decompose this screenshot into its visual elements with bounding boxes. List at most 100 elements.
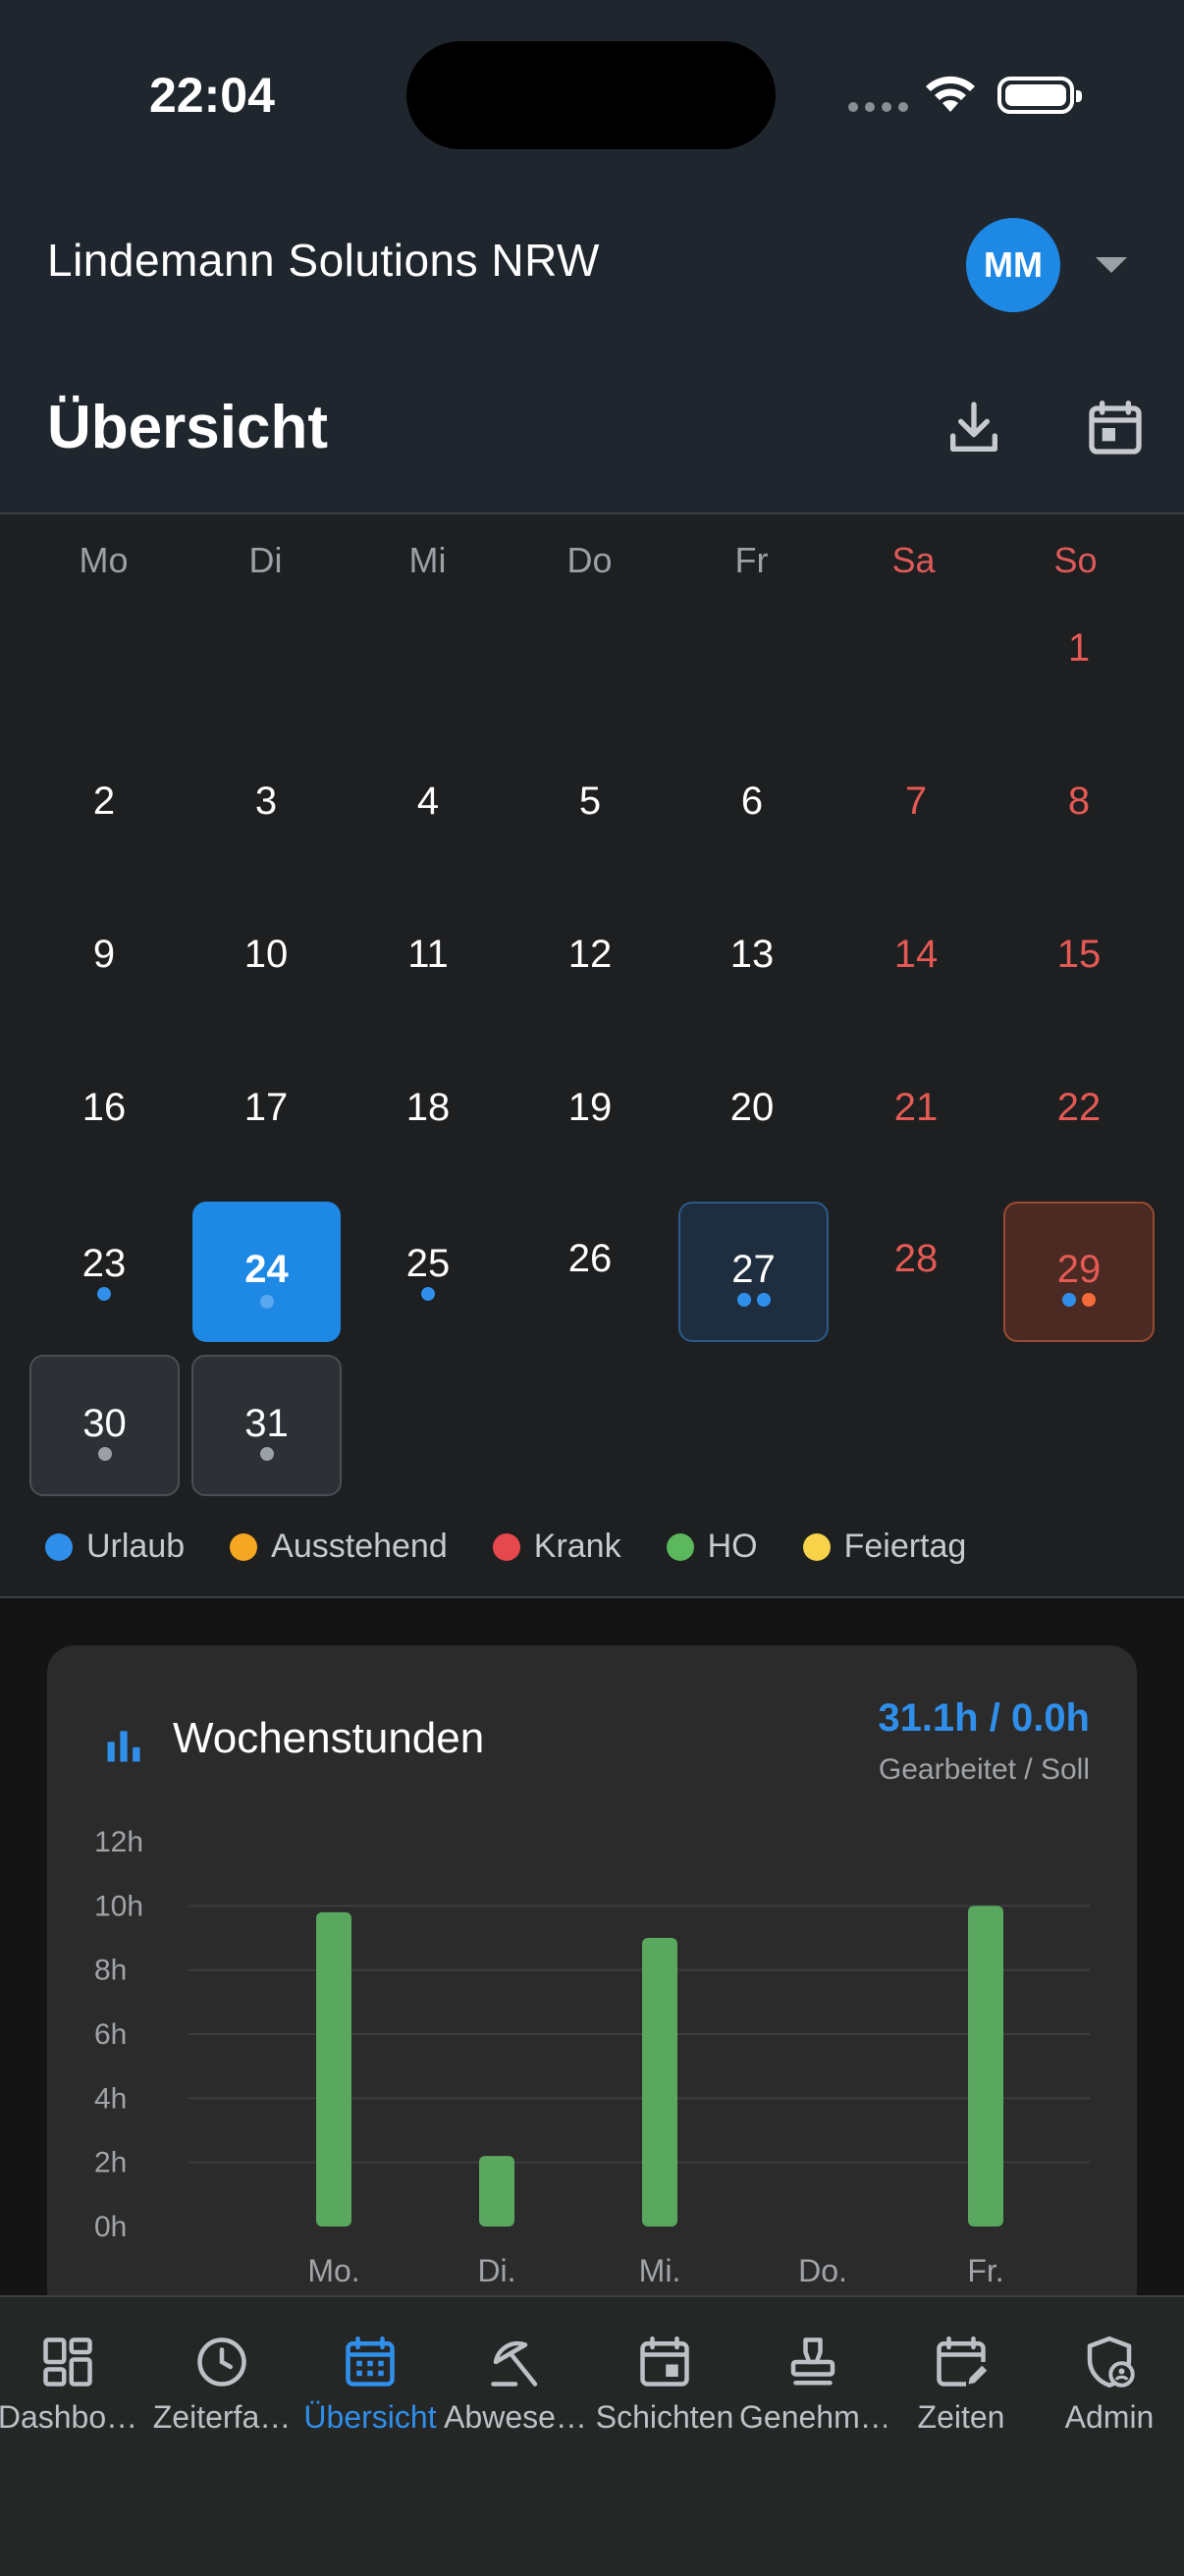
- nav-schichten[interactable]: Schichten: [591, 2333, 738, 2436]
- avatar[interactable]: MM: [966, 218, 1060, 312]
- calendar-day-27[interactable]: 27: [678, 1202, 829, 1342]
- calendar-day-13[interactable]: 13: [678, 887, 826, 1025]
- calendar-legend: Urlaub Ausstehend Krank HO Feiertag: [45, 1528, 1011, 1566]
- calendar-day-14[interactable]: 14: [842, 887, 990, 1025]
- clock-icon: [197, 2337, 246, 2387]
- nav-admin[interactable]: Admin: [1036, 2333, 1183, 2436]
- download-icon[interactable]: [942, 397, 1005, 459]
- legend-ho: HO: [666, 1528, 758, 1566]
- beach-umbrella-icon: [491, 2340, 538, 2387]
- admin-shield-icon: [1087, 2336, 1135, 2388]
- x-tick-label: Fr.: [967, 2253, 1003, 2288]
- nav-genehmigungen[interactable]: Genehm…: [739, 2333, 887, 2436]
- card-title: Wochenstunden: [173, 1714, 485, 1762]
- battery-icon: [997, 77, 1082, 114]
- x-tick-label: Do.: [798, 2253, 847, 2288]
- calendar-day-3[interactable]: 3: [192, 734, 340, 872]
- calendar-day-20[interactable]: 20: [678, 1041, 826, 1178]
- x-tick-label: Di.: [477, 2253, 515, 2288]
- page-title: Übersicht: [47, 394, 328, 461]
- weekday-sa: Sa: [891, 540, 936, 580]
- hours-subtitle: Gearbeitet / Soll: [878, 1753, 1090, 1786]
- weekday-mo: Mo: [79, 540, 129, 580]
- calendar-day-19[interactable]: 19: [516, 1041, 664, 1178]
- legend-urlaub: Urlaub: [45, 1528, 185, 1566]
- y-tick-label: 10h: [94, 1890, 143, 1922]
- calendar-day-26[interactable]: 26: [516, 1192, 664, 1329]
- y-tick-label: 8h: [94, 1955, 127, 1987]
- calendar-day-17[interactable]: 17: [192, 1041, 340, 1178]
- calendar-day-31[interactable]: 31: [191, 1355, 342, 1496]
- weekday-do: Do: [566, 540, 613, 580]
- y-tick-label: 4h: [94, 2082, 127, 2115]
- event-dots: [192, 1295, 341, 1309]
- bar-mi[interactable]: [642, 1938, 677, 2227]
- x-tick-label: Mi.: [639, 2253, 681, 2288]
- weekday-so: So: [1053, 540, 1098, 580]
- nav-zeiterfassung[interactable]: Zeiterfa…: [148, 2333, 296, 2436]
- app-header: 22:04 Lindemann Solutions NRW MM Übersic…: [0, 0, 1184, 514]
- status-time: 22:04: [149, 68, 275, 123]
- event-dots: [1005, 1293, 1153, 1307]
- calendar-day-12[interactable]: 12: [516, 887, 664, 1025]
- calendar-day-24-today[interactable]: 24: [192, 1202, 341, 1342]
- calendar-day-18[interactable]: 18: [354, 1041, 502, 1178]
- nav-zeiten[interactable]: Zeiten: [888, 2333, 1035, 2436]
- calendar-day-15[interactable]: 15: [1005, 887, 1153, 1025]
- calendar-day-16[interactable]: 16: [30, 1041, 178, 1178]
- calendar-edit-icon: [937, 2336, 988, 2387]
- calendar-day-5[interactable]: 5: [516, 734, 664, 872]
- calendar-day-23[interactable]: 23: [30, 1197, 178, 1334]
- calendar-day-22[interactable]: 22: [1005, 1041, 1153, 1178]
- calendar-day-11[interactable]: 11: [354, 887, 502, 1025]
- company-name[interactable]: Lindemann Solutions NRW: [47, 234, 600, 287]
- cellular-icon: [848, 102, 908, 112]
- calendar-event-icon: [640, 2336, 689, 2387]
- calendar-day-2[interactable]: 2: [30, 734, 178, 872]
- bar-chart-icon: [107, 1731, 140, 1762]
- nav-dashboard[interactable]: Dashbo…: [0, 2333, 141, 2436]
- calendar-day-30[interactable]: 30: [29, 1355, 180, 1496]
- wifi-icon: [926, 76, 975, 112]
- calendar-icon[interactable]: [1084, 397, 1147, 459]
- calendar-day-25[interactable]: 25: [354, 1197, 502, 1334]
- calendar-day-7[interactable]: 7: [842, 734, 990, 872]
- y-tick-label: 2h: [94, 2147, 127, 2179]
- legend-feiertag: Feiertag: [802, 1528, 966, 1566]
- bar-di[interactable]: [479, 2156, 514, 2227]
- weekday-header: Mo Di Mi Do Fr Sa So: [0, 540, 1184, 589]
- event-dots: [30, 1287, 178, 1301]
- nav-uebersicht[interactable]: Übersicht: [296, 2333, 444, 2436]
- event-dots: [31, 1447, 178, 1461]
- legend-ausstehend: Ausstehend: [230, 1528, 448, 1566]
- bar-mo[interactable]: [316, 1911, 351, 2227]
- bar-fr[interactable]: [968, 1905, 1003, 2227]
- calendar-day-29[interactable]: 29: [1003, 1202, 1155, 1342]
- calendar-day-8[interactable]: 8: [1005, 734, 1153, 872]
- y-tick-label: 12h: [94, 1826, 143, 1858]
- stamp-icon: [790, 2337, 835, 2386]
- calendar-icon: [346, 2336, 395, 2387]
- event-dots: [354, 1287, 502, 1301]
- event-dots: [680, 1293, 827, 1307]
- hours-total: 31.1h / 0.0h: [878, 1696, 1090, 1740]
- calendar-day-6[interactable]: 6: [678, 734, 826, 872]
- dynamic-island: [406, 41, 776, 149]
- y-tick-label: 6h: [94, 2018, 127, 2051]
- event-dots: [193, 1447, 340, 1461]
- x-tick-label: Mo.: [307, 2253, 359, 2288]
- dashboard-icon: [43, 2337, 92, 2387]
- chevron-down-icon[interactable]: [1096, 257, 1127, 273]
- bottom-navigation: Dashbo… Zeiterfa… Übersicht Abwese… Schi…: [0, 2295, 1184, 2576]
- weekday-di: Di: [248, 540, 283, 580]
- nav-abwesenheit[interactable]: Abwese…: [442, 2333, 589, 2436]
- calendar-day-10[interactable]: 10: [192, 887, 340, 1025]
- calendar-day-9[interactable]: 9: [30, 887, 178, 1025]
- legend-krank: Krank: [492, 1528, 621, 1566]
- calendar-day-4[interactable]: 4: [354, 734, 502, 872]
- weekday-fr: Fr: [734, 540, 769, 580]
- weekday-mi: Mi: [408, 540, 447, 580]
- calendar-day-21[interactable]: 21: [842, 1041, 990, 1178]
- calendar-day-1[interactable]: 1: [1005, 581, 1153, 719]
- calendar-day-28[interactable]: 28: [842, 1192, 990, 1329]
